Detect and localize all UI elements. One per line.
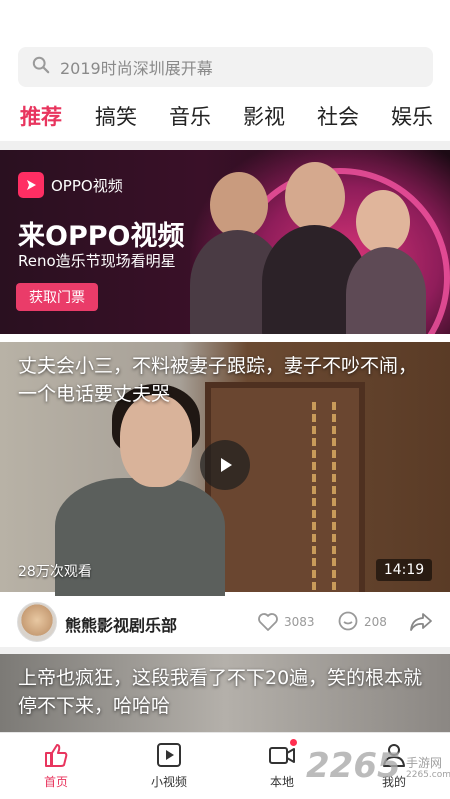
nav-local-label: 本地 <box>269 775 294 789</box>
watermark-url: 2265.com <box>406 770 450 780</box>
notification-dot <box>290 739 297 746</box>
comment-icon <box>338 611 358 631</box>
brand-name: OPPO视频 <box>51 176 123 195</box>
avatar[interactable] <box>17 602 57 642</box>
nav-home[interactable]: 首页 <box>26 741 86 790</box>
divider <box>0 647 450 654</box>
category-tabs: 推荐 搞笑 音乐 影视 社会 娱乐 <box>0 98 450 136</box>
banner-subtitle: Reno造乐节现场看明星 <box>18 252 176 270</box>
nav-short-video[interactable]: 小视频 <box>139 741 199 790</box>
video-title[interactable]: 丈夫会小三，不料被妻子跟踪，妻子不吵不闹，一个电话要丈夫哭 <box>18 352 423 408</box>
play-logo-icon <box>18 172 44 198</box>
tab-society[interactable]: 社会 <box>317 101 359 131</box>
like-button[interactable]: 3083 <box>256 610 315 634</box>
share-icon[interactable] <box>408 610 434 634</box>
tab-entertainment[interactable]: 娱乐 <box>391 101 433 131</box>
nav-short-video-label: 小视频 <box>150 775 187 789</box>
video-meta-row: 熊熊影视剧乐部 3083 208 <box>0 596 450 648</box>
play-square-icon <box>157 743 181 767</box>
tab-funny[interactable]: 搞笑 <box>95 101 137 131</box>
play-icon <box>221 458 232 472</box>
heart-icon <box>258 613 278 631</box>
star-face-left <box>210 172 268 238</box>
view-count: 28万次观看 <box>18 564 92 580</box>
star-face-right <box>356 190 410 254</box>
star-body-right <box>346 247 426 334</box>
scene-figure-face <box>120 395 192 487</box>
tab-music[interactable]: 音乐 <box>169 101 211 131</box>
oppo-video-logo: OPPO视频 <box>18 172 123 198</box>
home-thumb-icon <box>45 744 68 767</box>
comment-count: 208 <box>364 615 387 629</box>
watermark-text: 手游网 <box>406 756 443 770</box>
tab-recommend[interactable]: 推荐 <box>20 101 62 131</box>
nav-local[interactable]: 本地 <box>252 739 312 790</box>
get-ticket-button[interactable]: 获取门票 <box>16 283 98 311</box>
banner-title: 来OPPO视频 <box>18 221 185 252</box>
comment-button[interactable]: 208 <box>336 610 387 634</box>
watermark-number: 2265 <box>306 746 401 786</box>
video-title-2[interactable]: 上帝也疯狂，这段我看了不下20遍，笑的根本就停不下来，哈哈哈 <box>18 664 423 720</box>
like-count: 3083 <box>284 615 315 629</box>
search-icon <box>32 56 50 78</box>
author-name[interactable]: 熊熊影视剧乐部 <box>65 612 177 636</box>
search-placeholder: 2019时尚深圳展开幕 <box>60 59 213 78</box>
site-watermark: 2265 手游网 2265.com <box>306 744 450 794</box>
tab-film[interactable]: 影视 <box>243 101 285 131</box>
search-bar[interactable]: 2019时尚深圳展开幕 <box>18 47 433 87</box>
divider <box>0 141 450 150</box>
nav-home-label: 首页 <box>43 775 68 789</box>
play-button[interactable] <box>200 440 250 490</box>
door-pattern <box>312 402 336 592</box>
video-duration: 14:19 <box>376 559 432 581</box>
star-face-center <box>285 162 345 232</box>
